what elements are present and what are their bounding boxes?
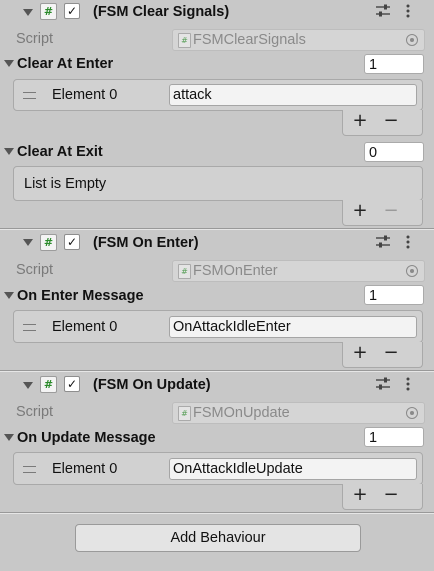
script-hash-icon: # xyxy=(40,3,57,20)
element-label: Element 0 xyxy=(52,87,118,103)
enabled-checkbox[interactable]: ✓ xyxy=(64,376,80,392)
more-options-icon[interactable] xyxy=(405,377,411,391)
list-footer: + − xyxy=(342,200,423,226)
drag-handle-icon[interactable] xyxy=(23,92,36,99)
list-size-field[interactable]: 1 xyxy=(364,54,424,74)
add-element-button[interactable]: + xyxy=(352,344,368,362)
list-footer: + − xyxy=(342,342,423,368)
foldout-arrow-icon[interactable] xyxy=(23,239,33,246)
list-label[interactable]: On Update Message xyxy=(17,430,156,446)
list-label[interactable]: On Enter Message xyxy=(17,288,144,304)
component-separator xyxy=(0,371,434,372)
script-name: FSMOnEnter xyxy=(193,263,278,279)
list-label[interactable]: Clear At Exit xyxy=(17,144,103,160)
object-picker-icon[interactable] xyxy=(406,265,418,277)
add-element-button[interactable]: + xyxy=(352,112,368,130)
component-title[interactable]: (FSM On Update) xyxy=(93,377,211,393)
script-field[interactable]: # FSMOnEnter xyxy=(172,260,425,282)
script-hash-icon: # xyxy=(40,234,57,251)
list-body: Element 0 OnAttackIdleEnter xyxy=(13,310,423,343)
element-label: Element 0 xyxy=(52,319,118,335)
component-title[interactable]: (FSM On Enter) xyxy=(93,235,199,251)
presets-icon[interactable] xyxy=(375,4,391,18)
script-hash-icon: # xyxy=(40,376,57,393)
list-size-field[interactable]: 1 xyxy=(364,285,424,305)
list-size-field[interactable]: 1 xyxy=(364,427,424,447)
element-text-field[interactable]: OnAttackIdleEnter xyxy=(169,316,417,338)
script-file-icon: # xyxy=(178,264,191,279)
script-label: Script xyxy=(16,262,54,278)
script-file-icon: # xyxy=(178,406,191,421)
drag-handle-icon[interactable] xyxy=(23,466,36,473)
add-behaviour-button[interactable]: Add Behaviour xyxy=(75,524,361,552)
remove-element-button: − xyxy=(383,200,399,221)
element-text-field[interactable]: attack xyxy=(169,84,417,106)
foldout-arrow-icon[interactable] xyxy=(23,382,33,389)
presets-icon[interactable] xyxy=(375,377,391,391)
script-name: FSMOnUpdate xyxy=(193,405,290,421)
component-separator xyxy=(0,513,434,514)
list-body: Element 0 attack xyxy=(13,79,423,111)
more-options-icon[interactable] xyxy=(405,4,411,18)
script-field[interactable]: # FSMClearSignals xyxy=(172,29,425,51)
list-label[interactable]: Clear At Enter xyxy=(17,56,113,72)
script-label: Script xyxy=(16,31,54,47)
add-element-button[interactable]: + xyxy=(352,486,368,504)
list-body: Element 0 OnAttackIdleUpdate xyxy=(13,452,423,485)
foldout-arrow-icon[interactable] xyxy=(4,292,14,299)
foldout-arrow-icon[interactable] xyxy=(23,9,33,16)
more-options-icon[interactable] xyxy=(405,235,411,249)
remove-element-button[interactable]: − xyxy=(383,112,399,130)
script-label: Script xyxy=(16,404,54,420)
script-name: FSMClearSignals xyxy=(193,32,306,48)
enabled-checkbox[interactable]: ✓ xyxy=(64,3,80,19)
remove-element-button[interactable]: − xyxy=(383,344,399,362)
element-label: Element 0 xyxy=(52,461,118,477)
component-title[interactable]: (FSM Clear Signals) xyxy=(93,4,229,20)
object-picker-icon[interactable] xyxy=(406,34,418,46)
component-separator xyxy=(0,229,434,230)
list-body: List is Empty xyxy=(13,166,423,201)
script-file-icon: # xyxy=(178,33,191,48)
presets-icon[interactable] xyxy=(375,235,391,249)
script-field[interactable]: # FSMOnUpdate xyxy=(172,402,425,424)
remove-element-button[interactable]: − xyxy=(383,486,399,504)
add-element-button[interactable]: + xyxy=(352,202,368,220)
empty-list-text: List is Empty xyxy=(24,176,107,192)
element-text-field[interactable]: OnAttackIdleUpdate xyxy=(169,458,417,480)
enabled-checkbox[interactable]: ✓ xyxy=(64,234,80,250)
foldout-arrow-icon[interactable] xyxy=(4,434,14,441)
drag-handle-icon[interactable] xyxy=(23,324,36,331)
object-picker-icon[interactable] xyxy=(406,407,418,419)
foldout-arrow-icon[interactable] xyxy=(4,148,14,155)
list-footer: + − xyxy=(342,484,423,510)
list-size-field[interactable]: 0 xyxy=(364,142,424,162)
list-footer: + − xyxy=(342,110,423,136)
foldout-arrow-icon[interactable] xyxy=(4,60,14,67)
